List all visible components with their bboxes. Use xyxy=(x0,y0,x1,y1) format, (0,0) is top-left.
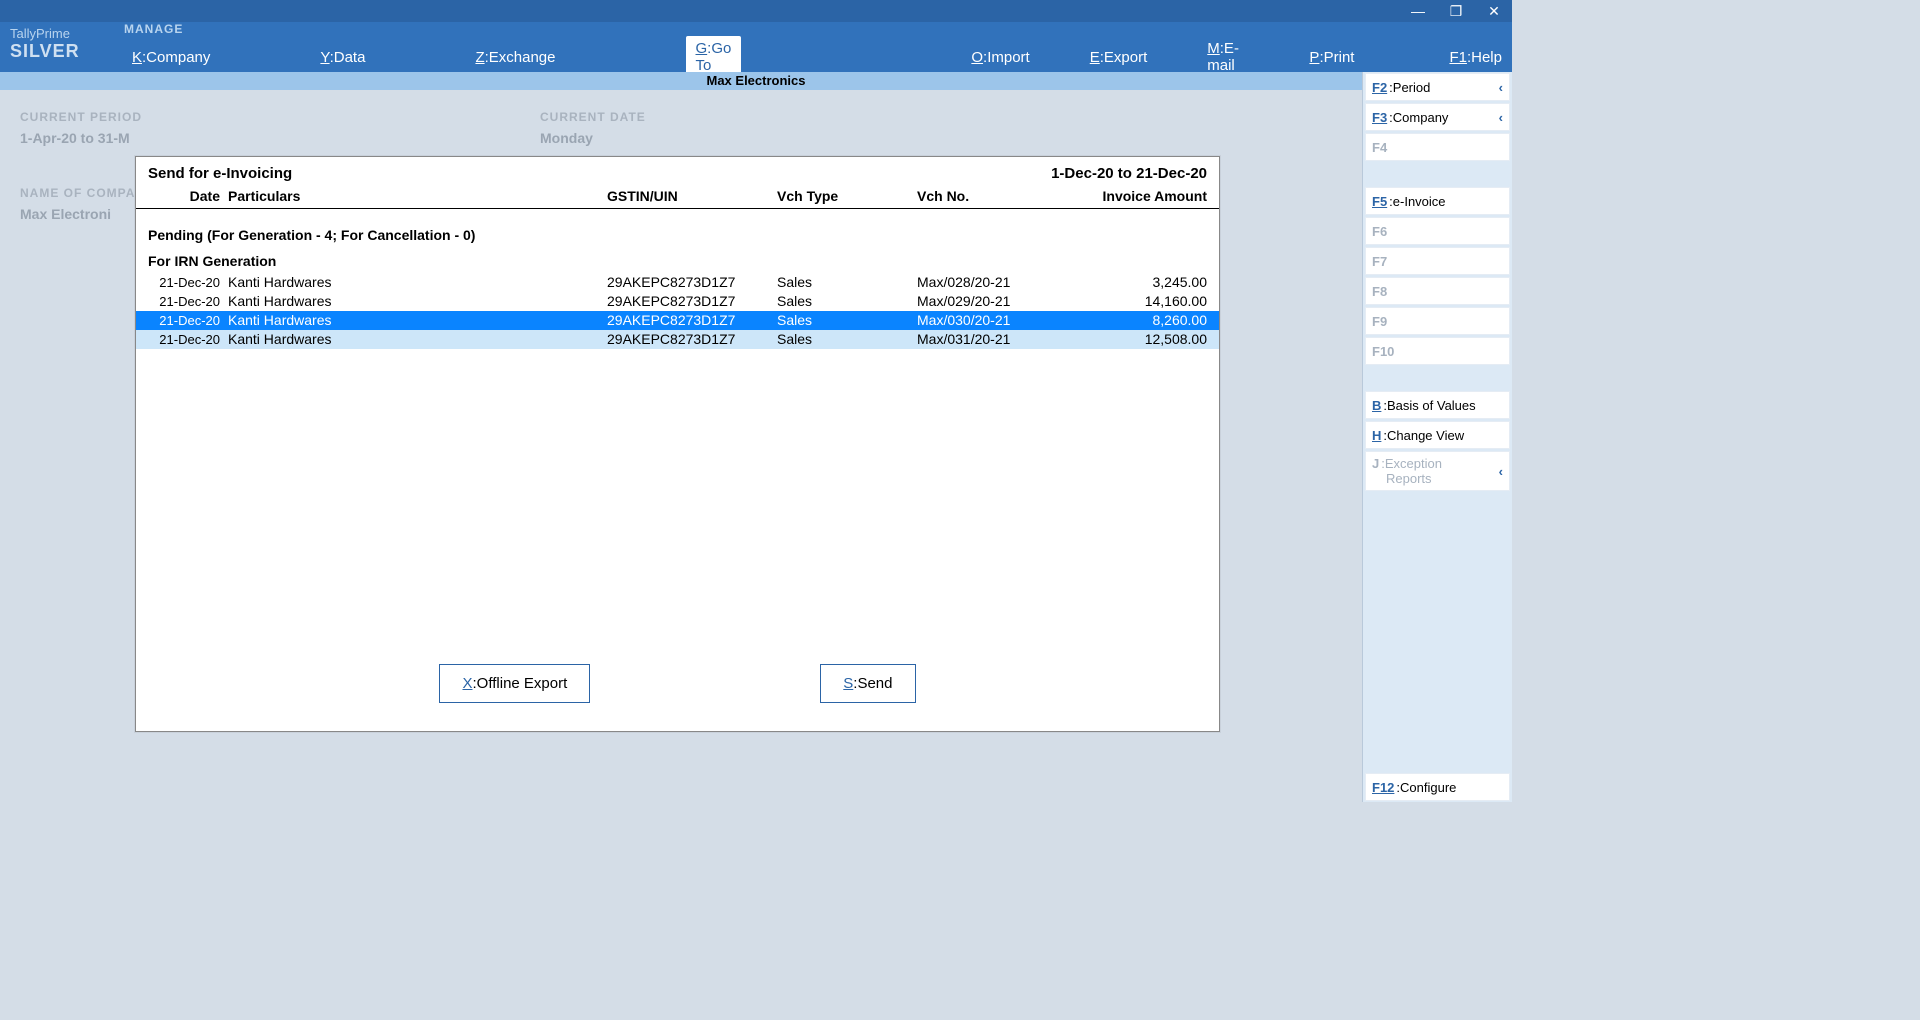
date-value: Monday xyxy=(540,130,646,146)
menu-import[interactable]: O:Import xyxy=(961,45,1039,70)
close-icon[interactable]: ✕ xyxy=(1484,3,1504,20)
cell-gstin: 29AKEPC8273D1Z7 xyxy=(607,292,777,311)
cell-vchtype: Sales xyxy=(777,311,917,330)
pending-section: Pending (For Generation - 4; For Cancell… xyxy=(136,217,1219,247)
col-date: Date xyxy=(148,188,228,204)
app-edition: SILVER xyxy=(10,41,102,62)
cell-date: 21-Dec-20 xyxy=(148,292,228,311)
col-amount: Invoice Amount xyxy=(1067,188,1207,204)
cell-date: 21-Dec-20 xyxy=(148,273,228,292)
manage-label: MANAGE xyxy=(124,22,183,36)
period-label: CURRENT PERIOD xyxy=(20,110,540,124)
cell-date: 21-Dec-20 xyxy=(148,311,228,330)
company-bar: Max Electronics × xyxy=(0,72,1512,90)
sidebar-f9: F9 xyxy=(1365,307,1510,335)
cell-amount: 3,245.00 xyxy=(1067,273,1207,292)
window-titlebar: — ❐ ✕ xyxy=(0,0,1512,22)
col-vchtype: Vch Type xyxy=(777,188,917,204)
cell-vchno: Max/028/20-21 xyxy=(917,273,1067,292)
einvoice-dialog: Send for e-Invoicing 1-Dec-20 to 21-Dec-… xyxy=(135,156,1220,732)
date-label: CURRENT DATE xyxy=(540,110,646,124)
col-vchno: Vch No. xyxy=(917,188,1067,204)
cell-particulars: Kanti Hardwares xyxy=(228,273,607,292)
table-row[interactable]: 21-Dec-20Kanti Hardwares29AKEPC8273D1Z7S… xyxy=(136,292,1219,311)
sidebar-f10: F10 xyxy=(1365,337,1510,365)
sidebar-f2-period[interactable]: F2:Period‹ xyxy=(1365,73,1510,101)
sidebar-f4: F4 xyxy=(1365,133,1510,161)
company-name: Max Electronics xyxy=(707,73,806,88)
chevron-left-icon: ‹ xyxy=(1499,80,1503,95)
sidebar-f8: F8 xyxy=(1365,277,1510,305)
chevron-left-icon: ‹ xyxy=(1499,464,1503,479)
table-row[interactable]: 21-Dec-20Kanti Hardwares29AKEPC8273D1Z7S… xyxy=(136,311,1219,330)
cell-particulars: Kanti Hardwares xyxy=(228,330,607,349)
sidebar-f3-company[interactable]: F3:Company‹ xyxy=(1365,103,1510,131)
send-button[interactable]: S:Send xyxy=(820,664,915,703)
cell-vchno: Max/031/20-21 xyxy=(917,330,1067,349)
menu-company[interactable]: K:Company xyxy=(122,45,220,70)
cell-vchno: Max/029/20-21 xyxy=(917,292,1067,311)
cell-vchtype: Sales xyxy=(777,292,917,311)
sidebar-f12-configure[interactable]: F12:Configure xyxy=(1365,773,1510,801)
menu-exchange[interactable]: Z:Exchange xyxy=(465,45,565,70)
cell-amount: 8,260.00 xyxy=(1067,311,1207,330)
menu-data[interactable]: Y:Data xyxy=(310,45,375,70)
cell-amount: 14,160.00 xyxy=(1067,292,1207,311)
offline-export-button[interactable]: X:Offline Export xyxy=(439,664,590,703)
dialog-body: Pending (For Generation - 4; For Cancell… xyxy=(136,209,1219,644)
dialog-title: Send for e-Invoicing xyxy=(148,165,292,182)
sidebar-f6: F6 xyxy=(1365,217,1510,245)
irn-section: For IRN Generation xyxy=(136,247,1219,273)
chevron-left-icon: ‹ xyxy=(1499,110,1503,125)
right-sidebar: F2:Period‹ F3:Company‹ F4 F5:e-Invoice F… xyxy=(1362,72,1512,802)
menu-print[interactable]: P:Print xyxy=(1299,45,1364,70)
sidebar-b-basis[interactable]: B:Basis of Values xyxy=(1365,391,1510,419)
cell-gstin: 29AKEPC8273D1Z7 xyxy=(607,311,777,330)
cell-vchtype: Sales xyxy=(777,330,917,349)
cell-particulars: Kanti Hardwares xyxy=(228,311,607,330)
cell-gstin: 29AKEPC8273D1Z7 xyxy=(607,273,777,292)
app-logo: TallyPrime SILVER xyxy=(0,22,112,72)
col-gstin: GSTIN/UIN xyxy=(607,188,777,204)
dialog-actions: X:Offline Export S:Send xyxy=(136,644,1219,731)
app-name: TallyPrime xyxy=(10,26,102,41)
cell-gstin: 29AKEPC8273D1Z7 xyxy=(607,330,777,349)
dialog-date-range: 1-Dec-20 to 21-Dec-20 xyxy=(1051,165,1207,182)
cell-vchtype: Sales xyxy=(777,273,917,292)
cell-vchno: Max/030/20-21 xyxy=(917,311,1067,330)
cell-particulars: Kanti Hardwares xyxy=(228,292,607,311)
sidebar-f5-einvoice[interactable]: F5:e-Invoice xyxy=(1365,187,1510,215)
menu-export[interactable]: E:Export xyxy=(1080,45,1158,70)
cell-date: 21-Dec-20 xyxy=(148,330,228,349)
sidebar-h-changeview[interactable]: H:Change View xyxy=(1365,421,1510,449)
table-row[interactable]: 21-Dec-20Kanti Hardwares29AKEPC8273D1Z7S… xyxy=(136,273,1219,292)
period-value: 1-Apr-20 to 31-M xyxy=(20,130,540,146)
table-row[interactable]: 21-Dec-20Kanti Hardwares29AKEPC8273D1Z7S… xyxy=(136,330,1219,349)
sidebar-f7: F7 xyxy=(1365,247,1510,275)
sidebar-j-exception: J:Exception Reports ‹ xyxy=(1365,451,1510,491)
maximize-icon[interactable]: ❐ xyxy=(1446,3,1466,20)
menu-help[interactable]: F1:Help xyxy=(1439,45,1512,70)
minimize-icon[interactable]: — xyxy=(1408,3,1428,19)
col-particulars: Particulars xyxy=(228,188,607,204)
cell-amount: 12,508.00 xyxy=(1067,330,1207,349)
main-area: CURRENT PERIOD 1-Apr-20 to 31-M CURRENT … xyxy=(0,90,1360,802)
column-header: Date Particulars GSTIN/UIN Vch Type Vch … xyxy=(136,186,1219,209)
top-menu-bar: TallyPrime SILVER MANAGE K:Company Y:Dat… xyxy=(0,22,1512,72)
